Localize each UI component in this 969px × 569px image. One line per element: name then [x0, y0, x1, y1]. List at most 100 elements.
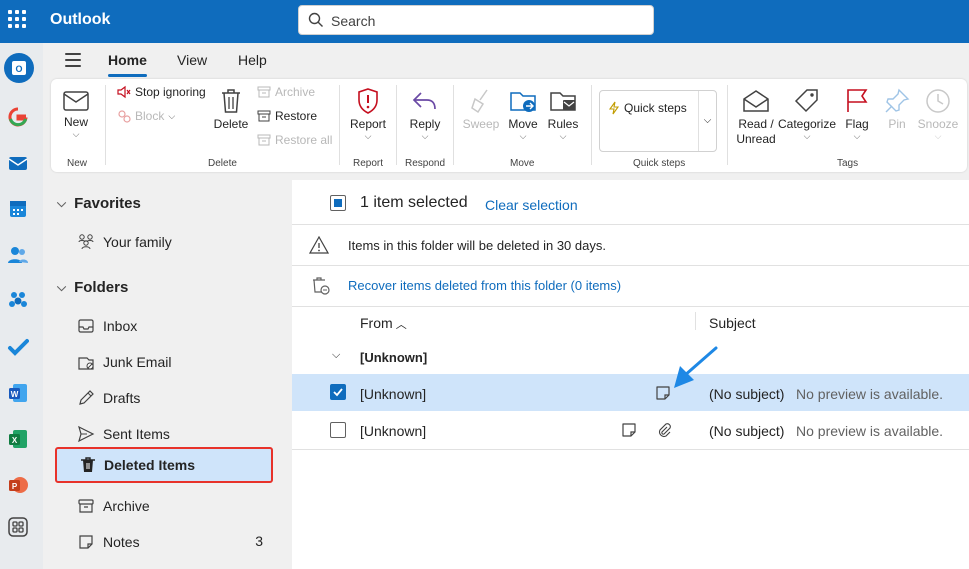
sent-label: Sent Items	[103, 426, 170, 442]
flag-button[interactable]: Flag ⌵	[839, 87, 875, 142]
stop-ignoring-button[interactable]: Stop ignoring	[117, 85, 206, 99]
restore-button[interactable]: Restore	[257, 109, 317, 123]
note-icon	[622, 423, 636, 437]
lightning-icon	[608, 101, 620, 115]
calendar-icon[interactable]	[7, 198, 29, 220]
reply-button[interactable]: Reply ⌵	[407, 87, 443, 142]
categorize-label: Categorize	[777, 117, 837, 131]
group-header-label: [Unknown]	[360, 350, 428, 365]
tab-home[interactable]: Home	[108, 52, 147, 77]
favorites-header[interactable]: ⌵ Favorites	[57, 195, 141, 212]
shield-alert-icon	[358, 88, 378, 114]
delete-button[interactable]: Delete	[211, 87, 251, 131]
quick-steps-item[interactable]: Quick steps	[608, 101, 687, 115]
notes-label: Notes	[103, 534, 140, 550]
snooze-dropdown-icon[interactable]: ⌵	[915, 131, 961, 142]
report-dropdown-icon[interactable]: ⌵	[348, 131, 388, 142]
family-icon	[78, 234, 94, 250]
hamburger-menu-icon[interactable]	[65, 53, 81, 71]
message-row-selected[interactable]: [Unknown] (No subject) No preview is ava…	[292, 374, 969, 411]
recover-items-link[interactable]: Recover items deleted from this folder (…	[348, 278, 621, 293]
read-unread-button[interactable]: Read / Unread	[735, 87, 777, 147]
sweep-button[interactable]: Sweep	[462, 87, 500, 131]
tag-icon	[794, 89, 818, 113]
paperclip-icon	[659, 423, 671, 437]
divider	[292, 306, 969, 307]
block-icon	[118, 110, 131, 123]
clear-selection-link[interactable]: Clear selection	[485, 197, 578, 213]
group-tags-label: Tags	[837, 158, 859, 169]
report-button[interactable]: Report ⌵	[348, 87, 388, 142]
teams-icon[interactable]	[7, 290, 29, 312]
read-unread-label-2: Unread	[736, 132, 776, 146]
folder-junk-email[interactable]: Junk Email	[77, 353, 171, 371]
app-launcher-icon[interactable]	[8, 10, 26, 28]
column-header-subject[interactable]: Subject	[709, 315, 756, 331]
message-row[interactable]: [Unknown] (No subject) No preview is ava…	[292, 412, 969, 449]
archive-label: Archive	[103, 498, 150, 514]
pin-label: Pin	[888, 117, 906, 131]
folder-inbox[interactable]: Inbox	[77, 317, 137, 335]
restore-all-button[interactable]: Restore all	[257, 133, 332, 147]
select-all-checkbox[interactable]	[330, 195, 346, 211]
retention-notice: Items in this folder will be deleted in …	[348, 238, 606, 253]
flag-dropdown-icon[interactable]: ⌵	[839, 131, 875, 142]
row-checkbox[interactable]	[330, 422, 346, 438]
app-title[interactable]: Outlook	[50, 11, 110, 29]
checkmark-icon	[333, 388, 343, 397]
svg-text:O: O	[15, 64, 22, 74]
rules-dropdown-icon[interactable]: ⌵	[545, 131, 581, 142]
rules-button[interactable]: Rules ⌵	[545, 87, 581, 142]
search-icon	[308, 12, 323, 27]
divider	[339, 85, 340, 165]
snooze-label: Snooze	[917, 117, 959, 131]
new-mail-icon	[63, 91, 89, 111]
archive-button[interactable]: Archive	[257, 85, 315, 99]
powerpoint-icon[interactable]: P	[7, 474, 29, 496]
google-icon[interactable]	[7, 106, 29, 128]
snooze-button[interactable]: Snooze ⌵	[915, 87, 961, 142]
top-bar: Outlook Search	[0, 0, 969, 43]
categorize-dropdown-icon[interactable]: ⌵	[777, 131, 837, 142]
todo-icon[interactable]	[7, 336, 29, 358]
pin-icon	[885, 88, 910, 113]
junk-icon	[78, 357, 94, 370]
folder-notes[interactable]: Notes	[77, 533, 140, 551]
search-box[interactable]: Search	[298, 5, 654, 35]
quick-steps-dropdown-icon[interactable]: ⌵	[698, 91, 716, 151]
column-divider[interactable]	[695, 312, 696, 330]
new-button[interactable]: New ⌵	[59, 89, 93, 140]
folder-sent-items[interactable]: Sent Items	[77, 425, 170, 443]
block-button[interactable]: Block ⌵	[117, 109, 175, 123]
folder-drafts[interactable]: Drafts	[77, 389, 140, 407]
tab-help[interactable]: Help	[238, 52, 267, 68]
folder-your-family[interactable]: Your family	[77, 233, 172, 251]
excel-icon[interactable]: X	[7, 428, 29, 450]
people-icon[interactable]	[7, 244, 29, 266]
outlook-icon[interactable]: O	[3, 52, 35, 84]
reply-label: Reply	[409, 117, 441, 131]
folders-header[interactable]: ⌵ Folders	[57, 279, 128, 296]
reply-dropdown-icon[interactable]: ⌵	[407, 131, 443, 142]
group-chevron-down-icon[interactable]: ⌵	[332, 349, 340, 362]
word-icon[interactable]: W	[7, 382, 29, 404]
send-icon	[78, 425, 95, 443]
trash-icon	[222, 89, 240, 113]
pin-button[interactable]: Pin	[881, 87, 913, 131]
categorize-button[interactable]: Categorize ⌵	[777, 87, 837, 142]
folder-deleted-items[interactable]: Deleted Items	[55, 447, 273, 483]
mail-icon[interactable]	[7, 152, 29, 174]
column-header-from[interactable]: From ︿	[360, 315, 407, 332]
move-button[interactable]: Move ⌵	[505, 87, 541, 142]
row-checkbox-checked[interactable]	[330, 384, 346, 400]
divider	[591, 85, 592, 165]
sort-up-icon: ︿	[392, 319, 407, 331]
folder-archive[interactable]: Archive	[77, 497, 150, 515]
app-rail: O W X P	[0, 43, 43, 569]
tab-view[interactable]: View	[177, 52, 207, 68]
new-dropdown-icon[interactable]: ⌵	[59, 129, 93, 140]
drafts-label: Drafts	[103, 390, 141, 406]
apps-icon[interactable]	[7, 516, 29, 538]
move-dropdown-icon[interactable]: ⌵	[505, 131, 541, 142]
quick-steps-gallery[interactable]: Quick steps ⌵	[599, 90, 717, 152]
